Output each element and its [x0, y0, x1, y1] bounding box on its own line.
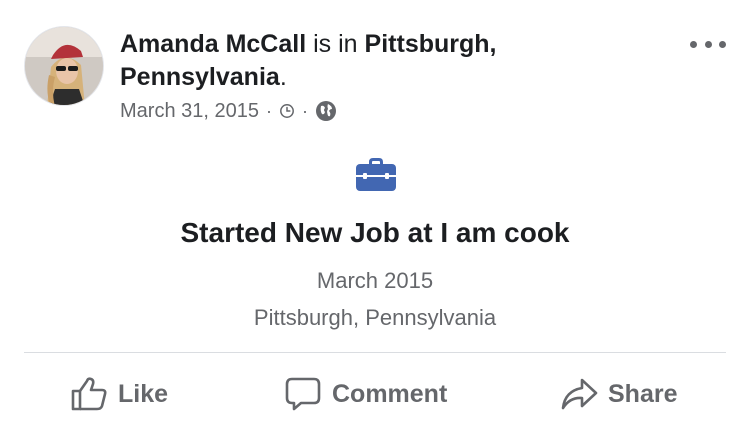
comment-label: Comment — [332, 379, 448, 408]
life-event-place: Pittsburgh, Pennsylvania — [253, 305, 497, 330]
header-connector: is in — [313, 30, 358, 58]
clock-icon — [280, 104, 294, 118]
like-button[interactable]: Like — [70, 371, 168, 417]
thumbs-up-icon — [71, 377, 107, 411]
more-dot — [690, 40, 697, 48]
post-header-line2: Pennsylvania. — [120, 62, 287, 92]
life-event-date: March 2015 — [316, 268, 434, 293]
meta-separator: · — [265, 100, 272, 121]
avatar[interactable] — [24, 26, 104, 106]
comment-button[interactable]: Comment — [284, 371, 447, 417]
more-dot — [704, 40, 712, 48]
life-event-title[interactable]: Started New Job at I am cook — [0, 215, 750, 251]
post-card: Amanda McCall is in Pittsburgh, Pennsylv… — [0, 0, 750, 433]
more-options-icon[interactable] — [690, 36, 726, 52]
post-header: Amanda McCall is in Pittsburgh, — [120, 29, 496, 59]
location-link-part2[interactable]: Pennsylvania — [120, 63, 280, 91]
share-label: Share — [608, 379, 678, 408]
like-label: Like — [118, 379, 169, 408]
post-date[interactable]: March 31, 2015 — [120, 100, 259, 123]
divider — [24, 352, 726, 353]
share-button[interactable]: Share — [560, 371, 677, 417]
profile-photo — [25, 27, 103, 105]
comment-bubble-icon — [285, 377, 321, 411]
briefcase-icon — [356, 158, 396, 191]
post-meta: March 31, 2015 · · — [120, 97, 337, 125]
meta-separator-2: · — [301, 100, 308, 121]
share-arrow-icon — [561, 378, 598, 410]
location-link-part1[interactable]: Pittsburgh, — [365, 30, 497, 58]
header-period: . — [279, 63, 287, 91]
more-dot — [719, 40, 726, 48]
globe-icon[interactable] — [315, 100, 337, 122]
author-name[interactable]: Amanda McCall — [120, 30, 306, 58]
